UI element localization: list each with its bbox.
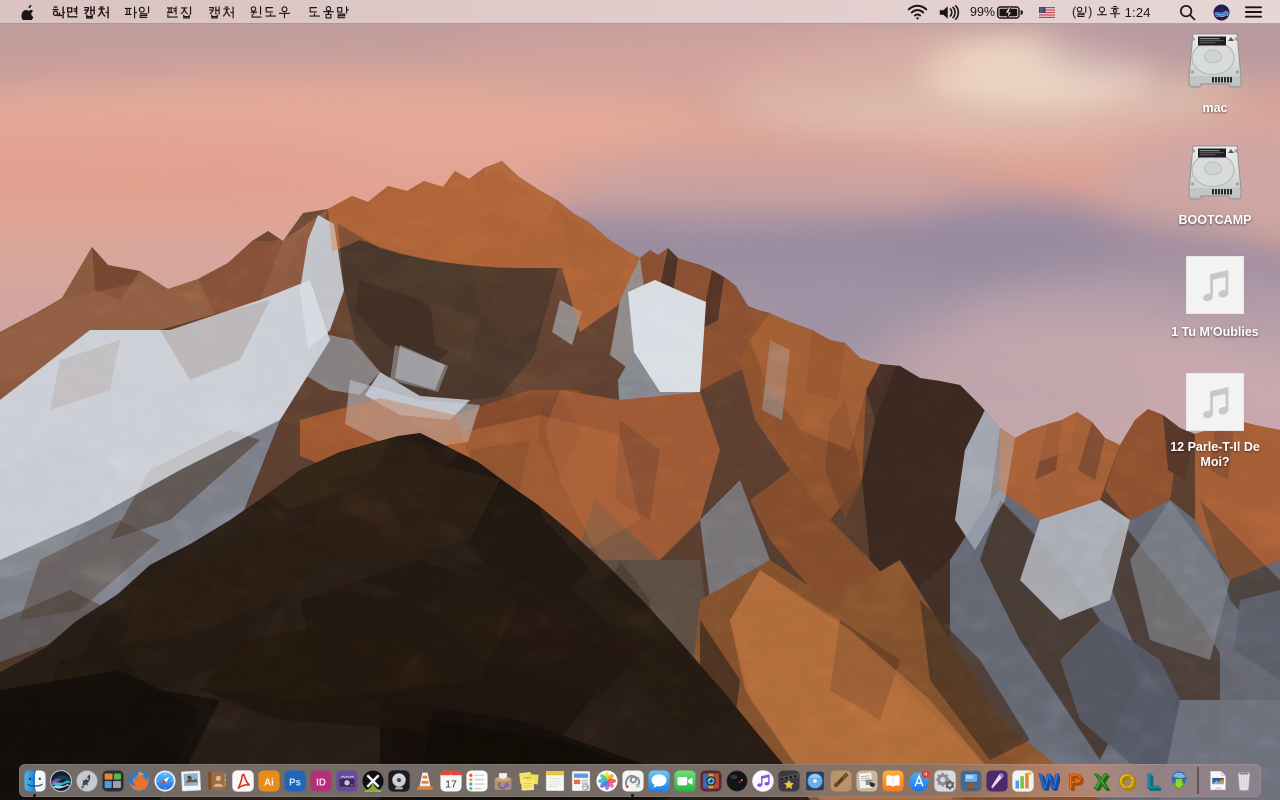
svg-text:Ps: Ps <box>289 777 301 788</box>
svg-text:O: O <box>1118 770 1134 792</box>
svg-text:W: W <box>1039 770 1059 792</box>
svg-text:X: X <box>1093 770 1107 792</box>
svg-text:L: L <box>1146 770 1159 792</box>
svg-text:Ai: Ai <box>264 777 274 788</box>
svg-text:ID: ID <box>316 777 326 788</box>
svg-text:17: 17 <box>445 778 457 790</box>
svg-text:mpg: mpg <box>1215 786 1221 789</box>
svg-text:P: P <box>1067 770 1081 792</box>
